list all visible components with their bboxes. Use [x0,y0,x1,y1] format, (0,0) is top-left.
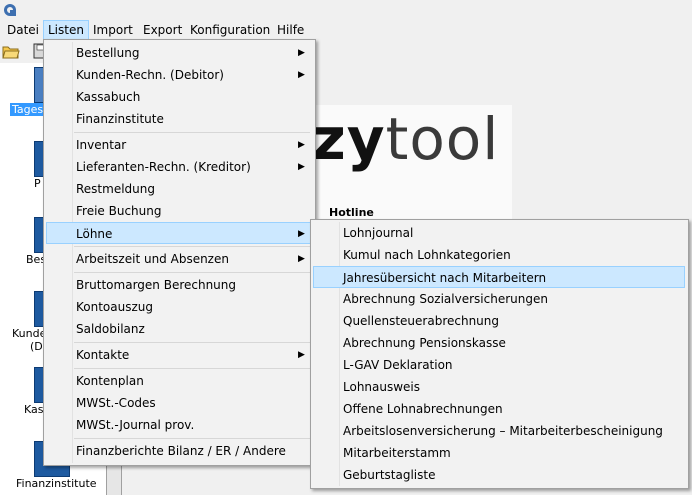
submenu-arrow-icon: ▶ [298,48,305,58]
menu-item-saldobilanz[interactable]: Saldobilanz [46,318,312,340]
submenu-item-lohnausweis[interactable]: Lohnausweis [313,376,685,398]
menu-item-bruttomargen[interactable]: Bruttomargen Berechnung [46,274,312,296]
menu-item-label: Saldobilanz [76,322,145,336]
app-logo-icon [4,4,16,16]
loehne-submenu: Lohnjournal Kumul nach Lohnkategorien Ja… [310,219,689,489]
submenu-item-label: Abrechnung Pensionskasse [343,336,506,350]
menu-item-mwst-codes[interactable]: MWSt.-Codes [46,392,312,414]
submenu-item-label: Mitarbeiterstamm [343,446,451,460]
menu-item-finanzberichte[interactable]: Finanzberichte Bilanz / ER / Andere [46,440,312,462]
menu-item-label: Bruttomargen Berechnung [76,278,237,292]
menu-item-kunden-rechn[interactable]: Kunden-Rechn. (Debitor) ▶ [46,64,312,86]
submenu-item-quellensteuer[interactable]: Quellensteuerabrechnung [313,310,685,332]
listen-menu: Bestellung ▶ Kunden-Rechn. (Debitor) ▶ K… [43,39,316,466]
menu-item-label: Inventar [76,138,127,152]
menu-import[interactable]: Import [89,21,137,39]
submenu-item-label: Geburtstagliste [343,468,436,482]
menu-separator [74,438,310,439]
submenu-item-label: Offene Lohnabrechnungen [343,402,503,416]
menu-item-label: Kontakte [76,348,130,362]
menu-export[interactable]: Export [139,21,186,39]
menu-listen[interactable]: Listen [43,20,89,40]
submenu-item-sozialversicherungen[interactable]: Abrechnung Sozialversicherungen [313,288,685,310]
submenu-arrow-icon: ▶ [298,254,305,264]
submenu-arrow-icon: ▶ [298,350,305,360]
menu-item-label: Restmeldung [76,182,155,196]
menu-separator [74,132,310,133]
submenu-arrow-icon: ▶ [298,162,305,172]
submenu-item-label: Arbeitslosenversicherung – Mitarbeiterbe… [343,424,663,438]
logo-light: tool [385,105,500,173]
menu-separator [74,368,310,369]
menu-item-label: Freie Buchung [76,204,162,218]
menu-hilfe[interactable]: Hilfe [273,21,308,39]
menu-bar: Datei Listen Import Export Konfiguration… [0,20,692,40]
menu-item-label: Löhne [76,227,113,241]
menu-item-label: Kunden-Rechn. (Debitor) [76,68,224,82]
menu-item-freie-buchung[interactable]: Freie Buchung [46,200,312,222]
menu-item-loehne[interactable]: Löhne ▶ [46,222,312,244]
menu-item-label: Kassabuch [76,90,141,104]
menu-item-restmeldung[interactable]: Restmeldung [46,178,312,200]
submenu-item-label: Lohnausweis [343,380,421,394]
hotline-heading: Hotline [329,206,374,219]
menu-item-kontakte[interactable]: Kontakte ▶ [46,344,312,366]
menu-item-finanzinstitute[interactable]: Finanzinstitute [46,108,312,130]
submenu-item-label: Abrechnung Sozialversicherungen [343,292,548,306]
submenu-item-geburtstagliste[interactable]: Geburtstagliste [313,464,685,486]
menu-item-label: Kontenplan [76,374,144,388]
menu-item-label: Lieferanten-Rechn. (Kreditor) [76,160,251,174]
menu-item-arbeitszeit[interactable]: Arbeitszeit und Absenzen ▶ [46,248,312,270]
menu-item-bestellung[interactable]: Bestellung ▶ [46,42,312,64]
submenu-item-label: Lohnjournal [343,226,414,240]
menu-item-lieferanten-rechn[interactable]: Lieferanten-Rechn. (Kreditor) ▶ [46,156,312,178]
submenu-arrow-icon: ▶ [298,140,305,150]
menu-konfiguration[interactable]: Konfiguration [186,21,274,39]
menu-item-kontenplan[interactable]: Kontenplan [46,370,312,392]
menu-separator [74,246,310,247]
menu-datei[interactable]: Datei [3,21,43,39]
shortcut-label-tages[interactable]: Tages [10,103,46,116]
app-logo-text: zytool [312,105,499,173]
menu-item-label: MWSt.-Codes [76,396,156,410]
submenu-item-lgav[interactable]: L-GAV Deklaration [313,354,685,376]
shortcut-label-kunde[interactable]: Kunde [12,327,46,340]
submenu-arrow-icon: ▶ [298,229,305,239]
menu-separator [74,342,310,343]
submenu-item-arbeitslosenversicherung[interactable]: Arbeitslosenversicherung – Mitarbeiterbe… [313,420,685,442]
menu-item-inventar[interactable]: Inventar ▶ [46,134,312,156]
submenu-item-mitarbeiterstamm[interactable]: Mitarbeiterstamm [313,442,685,464]
menu-item-kontoauszug[interactable]: Kontoauszug [46,296,312,318]
menu-item-kassabuch[interactable]: Kassabuch [46,86,312,108]
submenu-item-label: Jahresübersicht nach Mitarbeitern [343,271,547,285]
submenu-item-lohnjournal[interactable]: Lohnjournal [313,222,685,244]
menu-separator [74,272,310,273]
submenu-item-offene-lohnabrechnungen[interactable]: Offene Lohnabrechnungen [313,398,685,420]
submenu-item-label: Kumul nach Lohnkategorien [343,248,511,262]
shortcut-label-finanzinstitute[interactable]: Finanzinstitute [16,477,97,490]
menu-item-mwst-journal[interactable]: MWSt.-Journal prov. [46,414,312,436]
submenu-item-pensionskasse[interactable]: Abrechnung Pensionskasse [313,332,685,354]
submenu-item-kumul[interactable]: Kumul nach Lohnkategorien [313,244,685,266]
menu-item-label: Bestellung [76,46,140,60]
logo-bold: zy [312,105,386,173]
submenu-item-jahresuebersicht[interactable]: Jahresübersicht nach Mitarbeitern [313,266,685,288]
menu-item-label: Arbeitszeit und Absenzen [76,252,229,266]
submenu-item-label: Quellensteuerabrechnung [343,314,500,328]
menu-item-label: Kontoauszug [76,300,153,314]
menu-item-label: MWSt.-Journal prov. [76,418,195,432]
submenu-item-label: L-GAV Deklaration [343,358,453,372]
shortcut-label-kas[interactable]: Kas [24,403,44,416]
shortcut-label-d[interactable]: (D [30,340,43,353]
menu-item-label: Finanzberichte Bilanz / ER / Andere [76,444,286,458]
open-folder-icon[interactable] [2,42,20,60]
shortcut-label-p[interactable]: P [34,177,41,190]
title-bar [0,0,692,20]
menu-item-label: Finanzinstitute [76,112,164,126]
submenu-arrow-icon: ▶ [298,70,305,80]
